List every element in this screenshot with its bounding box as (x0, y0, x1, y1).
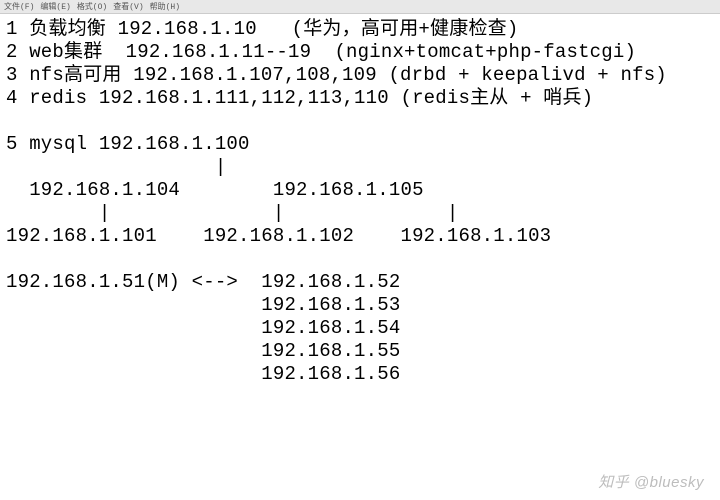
line-3: 3 nfs高可用 192.168.1.107,108,109 (drbd + k… (6, 64, 667, 86)
watermark: 知乎 @bluesky (598, 471, 704, 492)
line-6: 5 mysql 192.168.1.100 (6, 133, 250, 155)
line-10: 192.168.1.101 192.168.1.102 192.168.1.10… (6, 225, 551, 247)
line-12: 192.168.1.51(M) <--> 192.168.1.52 (6, 271, 400, 293)
menu-format[interactable]: 格式(O) (77, 1, 107, 12)
line-1: 1 负载均衡 192.168.1.10 (华为，高可用+健康检查) (6, 18, 518, 40)
line-7: | (6, 156, 226, 178)
line-14: 192.168.1.54 (6, 317, 400, 339)
menu-edit[interactable]: 编辑(E) (40, 1, 70, 12)
menu-file[interactable]: 文件(F) (4, 1, 34, 12)
line-4: 4 redis 192.168.1.111,112,113,110 (redis… (6, 87, 593, 109)
line-9: | | | (6, 202, 458, 224)
menu-help[interactable]: 帮助(H) (150, 1, 180, 12)
line-13: 192.168.1.53 (6, 294, 400, 316)
line-15: 192.168.1.55 (6, 340, 400, 362)
line-2: 2 web集群 192.168.1.11--19 (nginx+tomcat+p… (6, 41, 636, 63)
line-16: 192.168.1.56 (6, 363, 400, 385)
menubar: 文件(F) 编辑(E) 格式(O) 查看(V) 帮助(H) (0, 0, 720, 14)
menu-view[interactable]: 查看(V) (113, 1, 143, 12)
line-8: 192.168.1.104 192.168.1.105 (6, 179, 424, 201)
text-editor-content[interactable]: 1 负载均衡 192.168.1.10 (华为，高可用+健康检查) 2 web集… (0, 14, 720, 390)
